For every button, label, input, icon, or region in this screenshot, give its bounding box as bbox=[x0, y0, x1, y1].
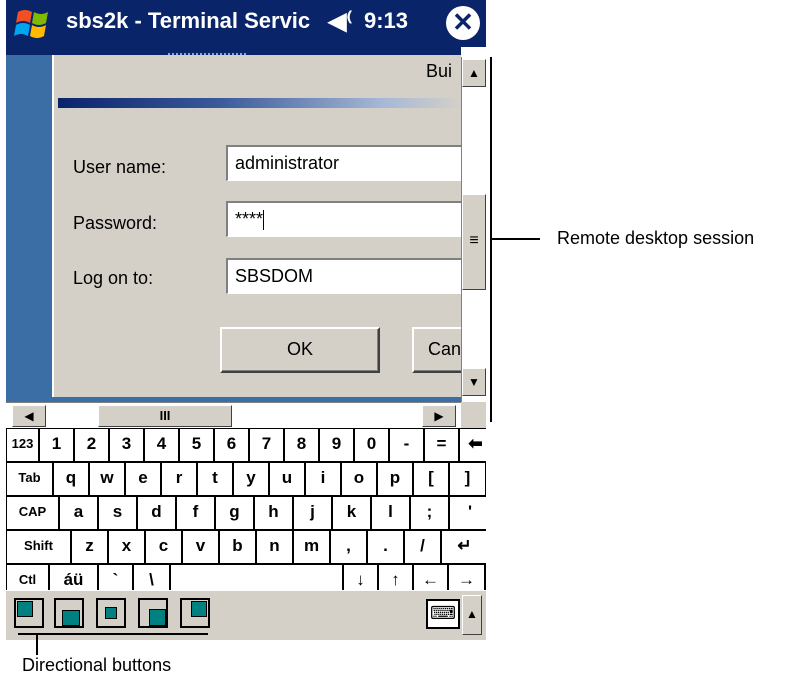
key-j-2-7[interactable]: j bbox=[294, 497, 331, 529]
clock[interactable]: 9:13 bbox=[364, 8, 408, 34]
key-x-3-2[interactable]: x bbox=[109, 531, 144, 563]
build-label: Bui bbox=[426, 61, 453, 81]
key-4-0-4[interactable]: 4 bbox=[145, 429, 178, 461]
scrollbar-corner bbox=[461, 402, 486, 428]
direction-bottom-right-button[interactable] bbox=[138, 598, 168, 628]
scroll-up-button[interactable]: ▲ bbox=[462, 59, 486, 87]
key-sym-0-13[interactable]: ⬅ bbox=[460, 429, 491, 461]
key-6-0-6[interactable]: 6 bbox=[215, 429, 248, 461]
keyboard-icon[interactable]: ⌨ bbox=[426, 599, 460, 629]
ok-button[interactable]: OK bbox=[220, 327, 380, 373]
key-3-0-3[interactable]: 3 bbox=[110, 429, 143, 461]
windows-start-icon[interactable] bbox=[14, 6, 54, 42]
key-1-0-1[interactable]: 1 bbox=[40, 429, 73, 461]
key-m-3-7[interactable]: m bbox=[294, 531, 329, 563]
key-sym-3-9[interactable]: . bbox=[368, 531, 403, 563]
key-h-2-6[interactable]: h bbox=[255, 497, 292, 529]
key-p-1-10[interactable]: p bbox=[378, 463, 412, 495]
horizontal-scrollbar[interactable]: ◀ III ▶ bbox=[6, 402, 461, 428]
key-shift-3-0[interactable]: Shift bbox=[7, 531, 70, 563]
bottom-toolbar: ⌨ ▲ bbox=[6, 590, 486, 640]
remote-callout-line bbox=[490, 238, 540, 240]
key-t-1-5[interactable]: t bbox=[198, 463, 232, 495]
key-sym-3-11[interactable]: ↵ bbox=[442, 531, 487, 563]
scroll-down-button[interactable]: ▼ bbox=[462, 368, 486, 396]
key-tab-1-0[interactable]: Tab bbox=[7, 463, 52, 495]
key-b-3-5[interactable]: b bbox=[220, 531, 255, 563]
direction-top-right-button[interactable] bbox=[180, 598, 210, 628]
password-field[interactable]: **** bbox=[226, 201, 461, 237]
key-123-0-0[interactable]: 123 bbox=[7, 429, 38, 461]
key-e-1-3[interactable]: e bbox=[126, 463, 160, 495]
key-s-2-2[interactable]: s bbox=[99, 497, 136, 529]
key-9-0-9[interactable]: 9 bbox=[320, 429, 353, 461]
remote-desktop-session[interactable]: Bui User name: administrator Password: *… bbox=[6, 47, 461, 402]
username-field[interactable]: administrator bbox=[226, 145, 461, 181]
vertical-scrollbar[interactable]: ▲ ≡ ▼ bbox=[461, 57, 486, 402]
username-label: User name: bbox=[73, 157, 167, 177]
dialog-banner bbox=[58, 98, 461, 108]
remote-desktop-caption: Remote desktop session bbox=[557, 228, 755, 248]
key-f-2-4[interactable]: f bbox=[177, 497, 214, 529]
direction-center-button[interactable] bbox=[96, 598, 126, 628]
key-2-0-2[interactable]: 2 bbox=[75, 429, 108, 461]
key-cap-2-0[interactable]: CAP bbox=[7, 497, 58, 529]
key-sym-0-12[interactable]: = bbox=[425, 429, 458, 461]
key-n-3-6[interactable]: n bbox=[257, 531, 292, 563]
key-a-2-1[interactable]: a bbox=[60, 497, 97, 529]
password-label: Password: bbox=[73, 213, 158, 233]
key-v-3-4[interactable]: v bbox=[183, 531, 218, 563]
directional-buttons-underline bbox=[18, 633, 208, 635]
key-sym-2-10[interactable]: ; bbox=[411, 497, 448, 529]
logon-to-label: Log on to: bbox=[73, 268, 154, 288]
close-button[interactable]: ✕ bbox=[446, 6, 480, 40]
key-u-1-7[interactable]: u bbox=[270, 463, 304, 495]
bottom-right-icon bbox=[149, 609, 166, 626]
key-sym-3-8[interactable]: , bbox=[331, 531, 366, 563]
key-y-1-6[interactable]: y bbox=[234, 463, 268, 495]
vertical-scroll-thumb[interactable]: ≡ bbox=[462, 194, 486, 290]
soft-keyboard: 123 1 2 3 4 5 6 7 8 9 0- = ⬅ Tab q w e r t y u i o p[] CAP a s d f g h… bbox=[6, 428, 491, 597]
key-l-2-9[interactable]: l bbox=[372, 497, 409, 529]
horizontal-scroll-thumb[interactable]: III bbox=[98, 405, 232, 427]
key-d-2-3[interactable]: d bbox=[138, 497, 175, 529]
logon-to-field[interactable]: SBSDOM bbox=[226, 258, 461, 294]
key-5-0-5[interactable]: 5 bbox=[180, 429, 213, 461]
speaker-icon[interactable]: ◀⁽ bbox=[328, 7, 352, 36]
key-sym-1-12[interactable]: ] bbox=[450, 463, 485, 495]
cancel-button[interactable]: Can bbox=[412, 327, 461, 373]
scroll-right-button[interactable]: ▶ bbox=[422, 405, 456, 427]
key-q-1-1[interactable]: q bbox=[54, 463, 88, 495]
logon-dialog: Bui User name: administrator Password: *… bbox=[52, 55, 461, 397]
key-sym-2-11[interactable]: ' bbox=[450, 497, 490, 529]
scroll-left-button[interactable]: ◀ bbox=[12, 405, 46, 427]
key-sym-1-11[interactable]: [ bbox=[414, 463, 448, 495]
direction-top-left-button[interactable] bbox=[14, 598, 44, 628]
key-w-1-2[interactable]: w bbox=[90, 463, 124, 495]
direction-bottom-button[interactable] bbox=[54, 598, 84, 628]
window-title: sbs2k - Terminal Servic bbox=[66, 8, 311, 33]
key-c-3-3[interactable]: c bbox=[146, 531, 181, 563]
key-0-0-10[interactable]: 0 bbox=[355, 429, 388, 461]
key-o-1-9[interactable]: o bbox=[342, 463, 376, 495]
key-z-3-1[interactable]: z bbox=[72, 531, 107, 563]
key-k-2-8[interactable]: k bbox=[333, 497, 370, 529]
key-sym-3-10[interactable]: / bbox=[405, 531, 440, 563]
directional-callout-line bbox=[36, 633, 38, 655]
key-i-1-8[interactable]: i bbox=[306, 463, 340, 495]
text-caret bbox=[263, 210, 265, 231]
bottom-icon bbox=[62, 610, 80, 626]
key-r-1-4[interactable]: r bbox=[162, 463, 196, 495]
directional-buttons-caption: Directional buttons bbox=[22, 655, 172, 675]
input-menu-arrow[interactable]: ▲ bbox=[462, 595, 482, 635]
top-left-icon bbox=[17, 601, 33, 617]
password-value: **** bbox=[235, 209, 264, 229]
key-sym-0-11[interactable]: - bbox=[390, 429, 423, 461]
center-icon bbox=[105, 607, 117, 619]
top-right-icon bbox=[191, 601, 207, 617]
title-bar: sbs2k - Terminal Servic ◀⁽ 9:13 ✕ bbox=[6, 0, 486, 47]
key-8-0-8[interactable]: 8 bbox=[285, 429, 318, 461]
key-7-0-7[interactable]: 7 bbox=[250, 429, 283, 461]
key-g-2-5[interactable]: g bbox=[216, 497, 253, 529]
